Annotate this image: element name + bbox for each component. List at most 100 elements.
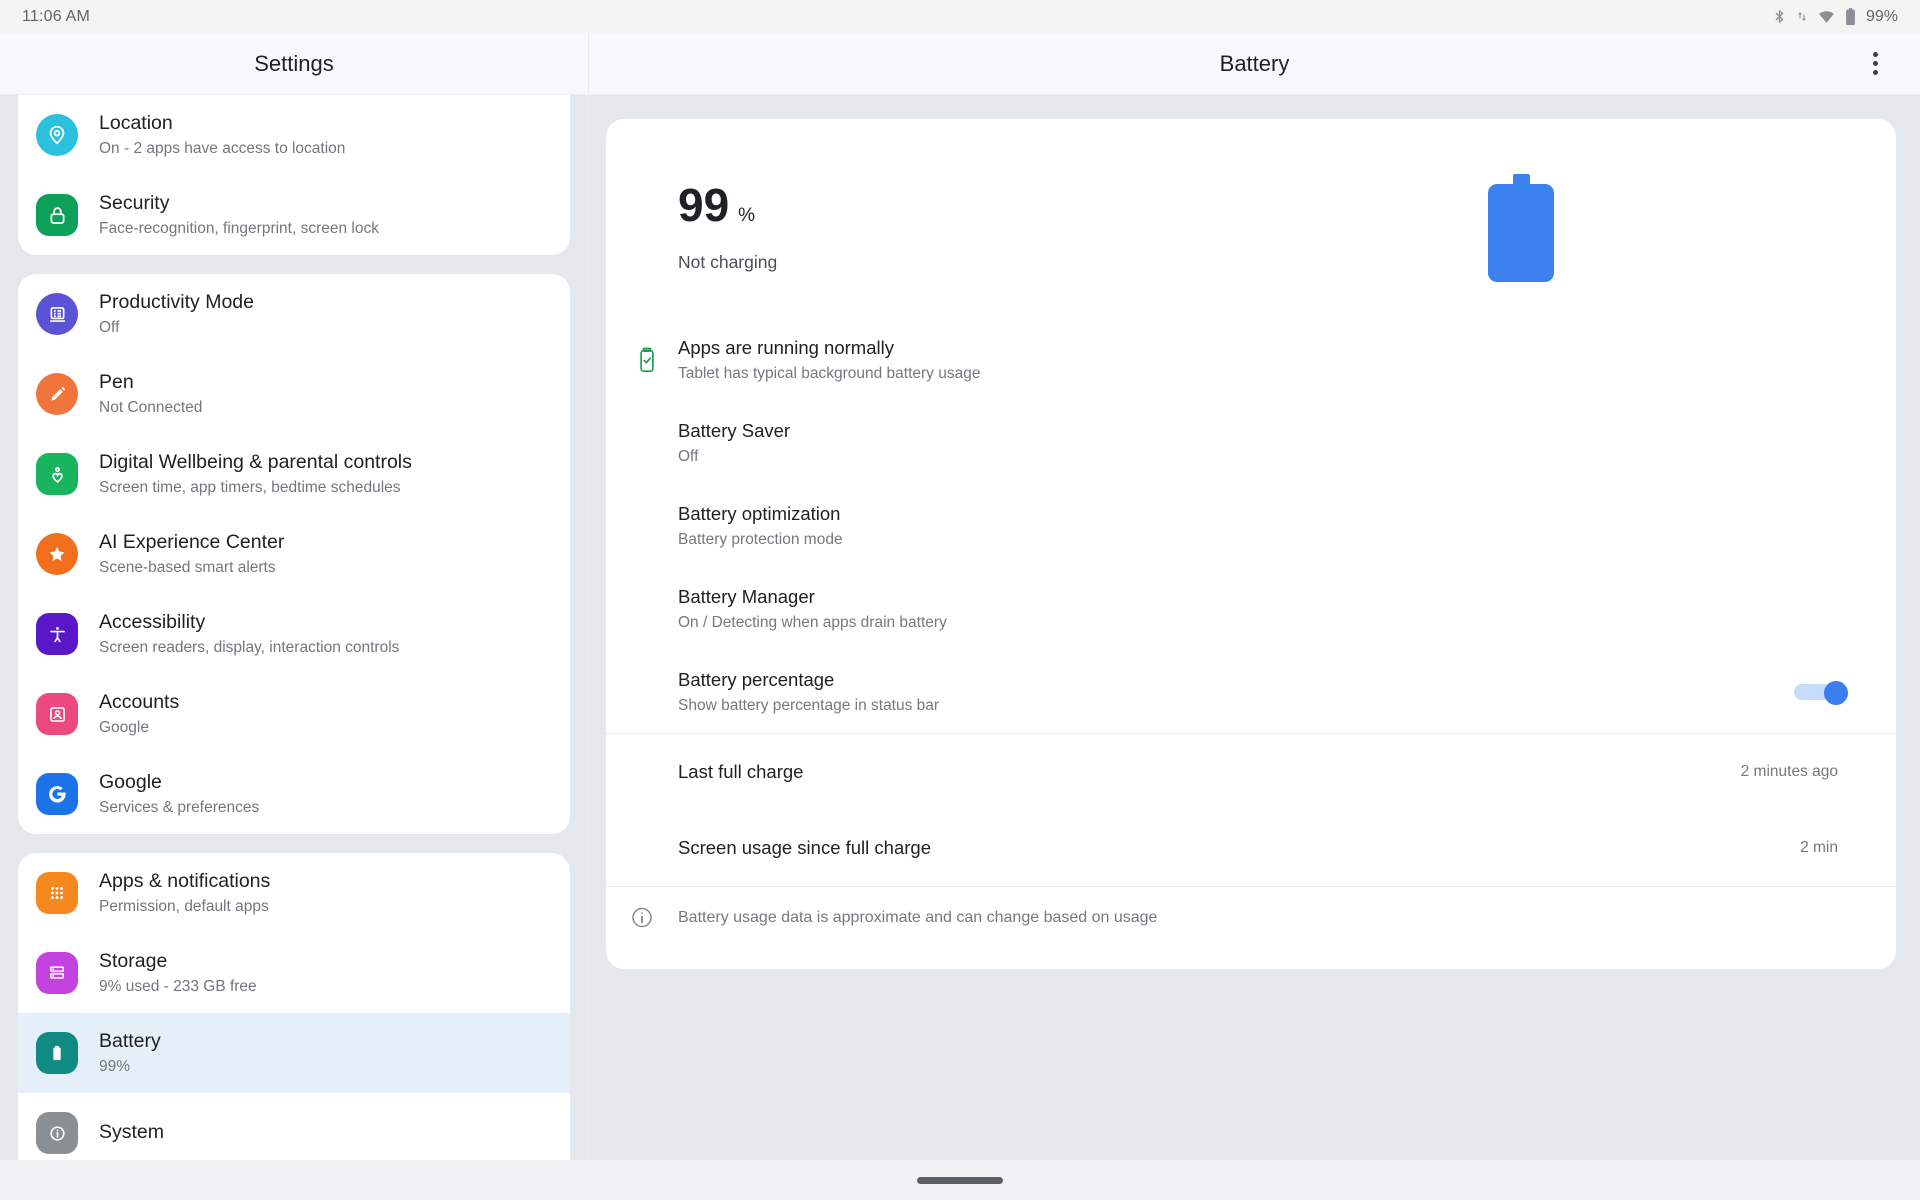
row-value: 2 min [1800, 839, 1848, 857]
sidebar-item-security[interactable]: Security Face-recognition, fingerprint, … [18, 175, 570, 255]
sidebar-item-subtitle: Screen time, app timers, bedtime schedul… [99, 477, 412, 499]
row-title: Apps are running normally [678, 336, 980, 361]
sidebar-item-subtitle: Google [99, 717, 179, 739]
sidebar-item-title: Digital Wellbeing & parental controls [99, 449, 412, 475]
more-vertical-icon [1873, 52, 1878, 75]
sidebar-item-subtitle: Services & preferences [99, 797, 259, 819]
pen-icon [36, 373, 78, 415]
wifi-icon [1817, 8, 1836, 25]
row-screen-usage-since-full-charge[interactable]: Screen usage since full charge 2 min [606, 810, 1896, 886]
sidebar-item-subtitle: On - 2 apps have access to location [99, 138, 345, 160]
row-title: Battery percentage [678, 668, 939, 693]
row-battery-optimization[interactable]: Battery optimization Battery protection … [606, 485, 1896, 568]
sidebar-item-ai-experience-center[interactable]: AI Experience Center Scene-based smart a… [18, 514, 570, 594]
battery-settings-rows: Apps are running normally Tablet has typ… [606, 319, 1896, 953]
gesture-navigation-bar [0, 1160, 1920, 1200]
battery-card: 99 % Not charging [606, 119, 1896, 969]
sidebar-item-title: Location [99, 110, 345, 136]
data-transfer-icon [1796, 8, 1808, 25]
google-g-icon [36, 773, 78, 815]
sidebar-item-title: Security [99, 190, 379, 216]
sidebar-item-google[interactable]: Google Services & preferences [18, 754, 570, 834]
sidebar-item-title: AI Experience Center [99, 529, 284, 555]
battery-icon [1845, 8, 1856, 26]
lock-icon [36, 194, 78, 236]
info-circle-icon [630, 906, 654, 935]
row-subtitle: Off [678, 447, 790, 468]
info-circle-icon [36, 1112, 78, 1154]
app-grid-icon [36, 872, 78, 914]
sidebar-item-title: System [99, 1119, 164, 1145]
settings-app-bar: Settings [0, 33, 589, 94]
star-icon [36, 533, 78, 575]
sidebar-item-storage[interactable]: Storage 9% used - 233 GB free [18, 933, 570, 1013]
sidebar-item-title: Storage [99, 948, 257, 974]
status-bar: 11:06 AM 99% [0, 0, 1920, 33]
battery-main-pane: 99 % Not charging [589, 95, 1920, 1200]
settings-title: Settings [254, 51, 334, 77]
sidebar-item-productivity-mode[interactable]: Productivity Mode Off [18, 274, 570, 354]
sidebar-item-title: Accessibility [99, 609, 399, 635]
sidebar-item-subtitle: Face-recognition, fingerprint, screen lo… [99, 218, 379, 240]
sidebar-item-apps-notifications[interactable]: Apps & notifications Permission, default… [18, 853, 570, 933]
sidebar-item-subtitle: Screen readers, display, interaction con… [99, 637, 399, 659]
row-title: Battery Saver [678, 419, 790, 444]
sidebar-item-title: Pen [99, 369, 202, 395]
sidebar-item-title: Apps & notifications [99, 868, 270, 894]
row-apps-running-normally[interactable]: Apps are running normally Tablet has typ… [606, 319, 1896, 402]
battery-percent-symbol: % [738, 206, 755, 225]
row-value: 2 minutes ago [1741, 763, 1848, 781]
row-last-full-charge[interactable]: Last full charge 2 minutes ago [606, 734, 1896, 810]
row-title: Screen usage since full charge [678, 836, 931, 861]
sidebar-item-subtitle: Scene-based smart alerts [99, 557, 284, 579]
row-battery-saver[interactable]: Battery Saver Off [606, 402, 1896, 485]
sidebar-item-title: Productivity Mode [99, 289, 254, 315]
storage-disk-icon [36, 952, 78, 994]
row-subtitle: On / Detecting when apps drain battery [678, 613, 947, 634]
row-title: Battery optimization [678, 502, 843, 527]
bluetooth-icon [1772, 8, 1787, 25]
document-list-icon [36, 293, 78, 335]
sidebar-item-subtitle: Not Connected [99, 397, 202, 419]
footer-note-text: Battery usage data is approximate and ca… [678, 909, 1157, 927]
status-bar-system-icons: 99% [1772, 8, 1898, 26]
toggle-knob [1824, 681, 1848, 705]
row-subtitle: Battery protection mode [678, 530, 843, 551]
sidebar-item-accounts[interactable]: Accounts Google [18, 674, 570, 754]
page-title: Battery [589, 51, 1920, 77]
content-area: Location On - 2 apps have access to loca… [0, 95, 1920, 1200]
sidebar-item-location[interactable]: Location On - 2 apps have access to loca… [18, 95, 570, 175]
app-bars: Settings Battery [0, 33, 1920, 95]
battery-percentage-toggle[interactable] [1794, 681, 1848, 703]
sidebar-item-title: Accounts [99, 689, 179, 715]
sidebar-item-pen[interactable]: Pen Not Connected [18, 354, 570, 434]
settings-sidebar[interactable]: Location On - 2 apps have access to loca… [0, 95, 589, 1200]
sidebar-group-2: Productivity Mode Off Pen Not Connected [18, 274, 570, 834]
row-subtitle: Show battery percentage in status bar [678, 696, 939, 717]
sidebar-item-battery[interactable]: Battery 99% [18, 1013, 570, 1093]
battery-check-icon [630, 343, 664, 377]
battery-percent-display: 99 % [678, 182, 777, 228]
gesture-home-pill[interactable] [917, 1177, 1003, 1184]
sidebar-item-digital-wellbeing[interactable]: Digital Wellbeing & parental controls Sc… [18, 434, 570, 514]
row-subtitle: Tablet has typical background battery us… [678, 364, 980, 385]
overflow-menu-button[interactable] [1854, 43, 1896, 85]
sidebar-item-subtitle: Permission, default apps [99, 896, 270, 918]
sidebar-item-title: Google [99, 769, 259, 795]
sidebar-item-title: Battery [99, 1028, 161, 1054]
sidebar-group-1: Location On - 2 apps have access to loca… [18, 95, 570, 255]
status-bar-battery-percent: 99% [1866, 8, 1898, 26]
row-battery-manager[interactable]: Battery Manager On / Detecting when apps… [606, 568, 1896, 651]
sidebar-item-subtitle: 99% [99, 1056, 161, 1078]
row-title: Last full charge [678, 760, 803, 785]
battery-app-bar: Battery [589, 33, 1920, 94]
sidebar-group-3: Apps & notifications Permission, default… [18, 853, 570, 1173]
row-battery-percentage[interactable]: Battery percentage Show battery percenta… [606, 651, 1896, 734]
battery-hero-text: 99 % Not charging [678, 174, 777, 273]
accessibility-person-icon [36, 613, 78, 655]
wellbeing-heart-icon [36, 453, 78, 495]
sidebar-item-accessibility[interactable]: Accessibility Screen readers, display, i… [18, 594, 570, 674]
sidebar-item-subtitle: 9% used - 233 GB free [99, 976, 257, 998]
battery-hero: 99 % Not charging [606, 119, 1896, 319]
row-title: Battery Manager [678, 585, 947, 610]
